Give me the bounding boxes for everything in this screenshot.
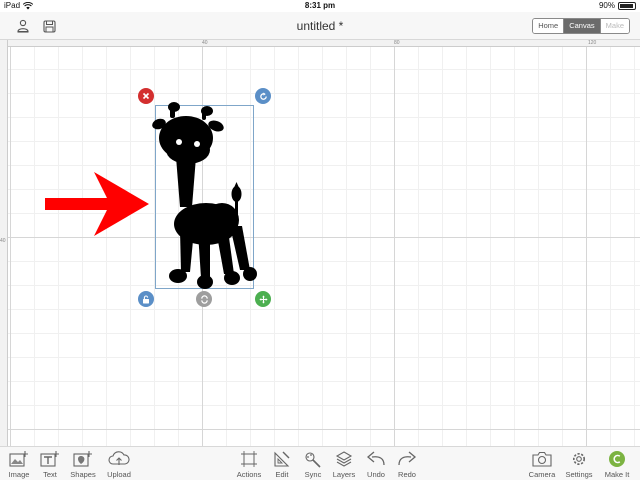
ruler-label: 40 [202, 40, 208, 46]
redo-label: Redo [398, 470, 416, 479]
bottom-toolbar: Image Text Shapes Upload Actions Edit Sy… [0, 446, 640, 480]
upload-label: Upload [107, 470, 131, 479]
settings-label: Settings [565, 470, 593, 479]
rotate-handle[interactable] [255, 88, 271, 104]
undo-icon [366, 451, 385, 466]
tab-home[interactable]: Home [533, 19, 565, 33]
undo-label: Undo [367, 470, 385, 479]
edit-icon [274, 451, 290, 467]
camera-icon [532, 451, 552, 467]
status-time: 8:31 pm [304, 1, 336, 10]
redo-icon [398, 451, 417, 466]
design-canvas[interactable] [8, 47, 640, 446]
rotate-icon [259, 91, 267, 100]
shapes-button[interactable]: Shapes [66, 449, 100, 479]
cloud-upload-icon [108, 451, 130, 465]
camera-button[interactable]: Camera [525, 449, 559, 479]
resize-handle[interactable] [255, 291, 271, 307]
close-icon [142, 92, 150, 100]
unlock-icon [143, 295, 149, 303]
edit-button[interactable]: Edit [265, 449, 299, 479]
tab-canvas[interactable]: Canvas [564, 19, 601, 33]
sync-icon [305, 452, 321, 468]
shapes-label: Shapes [70, 470, 96, 479]
resize-arrows-icon [258, 294, 268, 304]
flip-handle[interactable] [196, 291, 212, 307]
sync-button[interactable]: Sync [296, 449, 330, 479]
make-it-button[interactable]: Make It [600, 449, 634, 479]
redo-button[interactable]: Redo [390, 449, 424, 479]
text-label: Text [43, 470, 57, 479]
giraffe-image[interactable] [150, 102, 258, 292]
settings-button[interactable]: Settings [562, 449, 596, 479]
status-bar: iPad 8:31 pm 90% [0, 0, 640, 12]
undo-button[interactable]: Undo [359, 449, 393, 479]
image-button[interactable]: Image [2, 449, 36, 479]
mode-segmented-control: Home Canvas Make [532, 18, 630, 34]
layers-label: Layers [332, 470, 356, 479]
camera-label: Camera [528, 470, 556, 479]
battery-percent: 90% [598, 1, 615, 10]
actions-icon [241, 451, 257, 467]
sync-label: Sync [304, 470, 322, 479]
shapes-icon [73, 451, 92, 467]
lock-handle[interactable] [138, 291, 154, 307]
layers-button[interactable]: Layers [327, 449, 361, 479]
actions-button[interactable]: Actions [232, 449, 266, 479]
make-it-icon [609, 451, 625, 467]
delete-handle[interactable] [138, 88, 154, 104]
top-navigation-bar: untitled * Home Canvas Make [0, 12, 640, 40]
text-add-icon [40, 451, 59, 467]
left-ruler: 40 [0, 40, 8, 446]
layers-icon [335, 451, 353, 467]
ruler-label: 40 [0, 238, 6, 244]
edit-label: Edit [275, 470, 289, 479]
battery-fill [620, 3, 633, 8]
ruler-label: 80 [394, 40, 400, 46]
top-ruler: 40 80 120 [8, 40, 640, 47]
image-add-icon [9, 451, 28, 467]
make-it-label: Make It [604, 470, 630, 479]
red-arrow-annotation [45, 172, 149, 236]
ruler-label: 120 [588, 40, 597, 46]
text-button[interactable]: Text [33, 449, 67, 479]
image-label: Image [8, 470, 30, 479]
battery-icon [618, 1, 636, 10]
actions-label: Actions [236, 470, 262, 479]
sync-arrows-icon [200, 294, 208, 304]
upload-button[interactable]: Upload [102, 449, 136, 479]
tab-make: Make [600, 19, 629, 33]
gear-icon [573, 453, 585, 465]
status-right: 90% [599, 1, 636, 10]
